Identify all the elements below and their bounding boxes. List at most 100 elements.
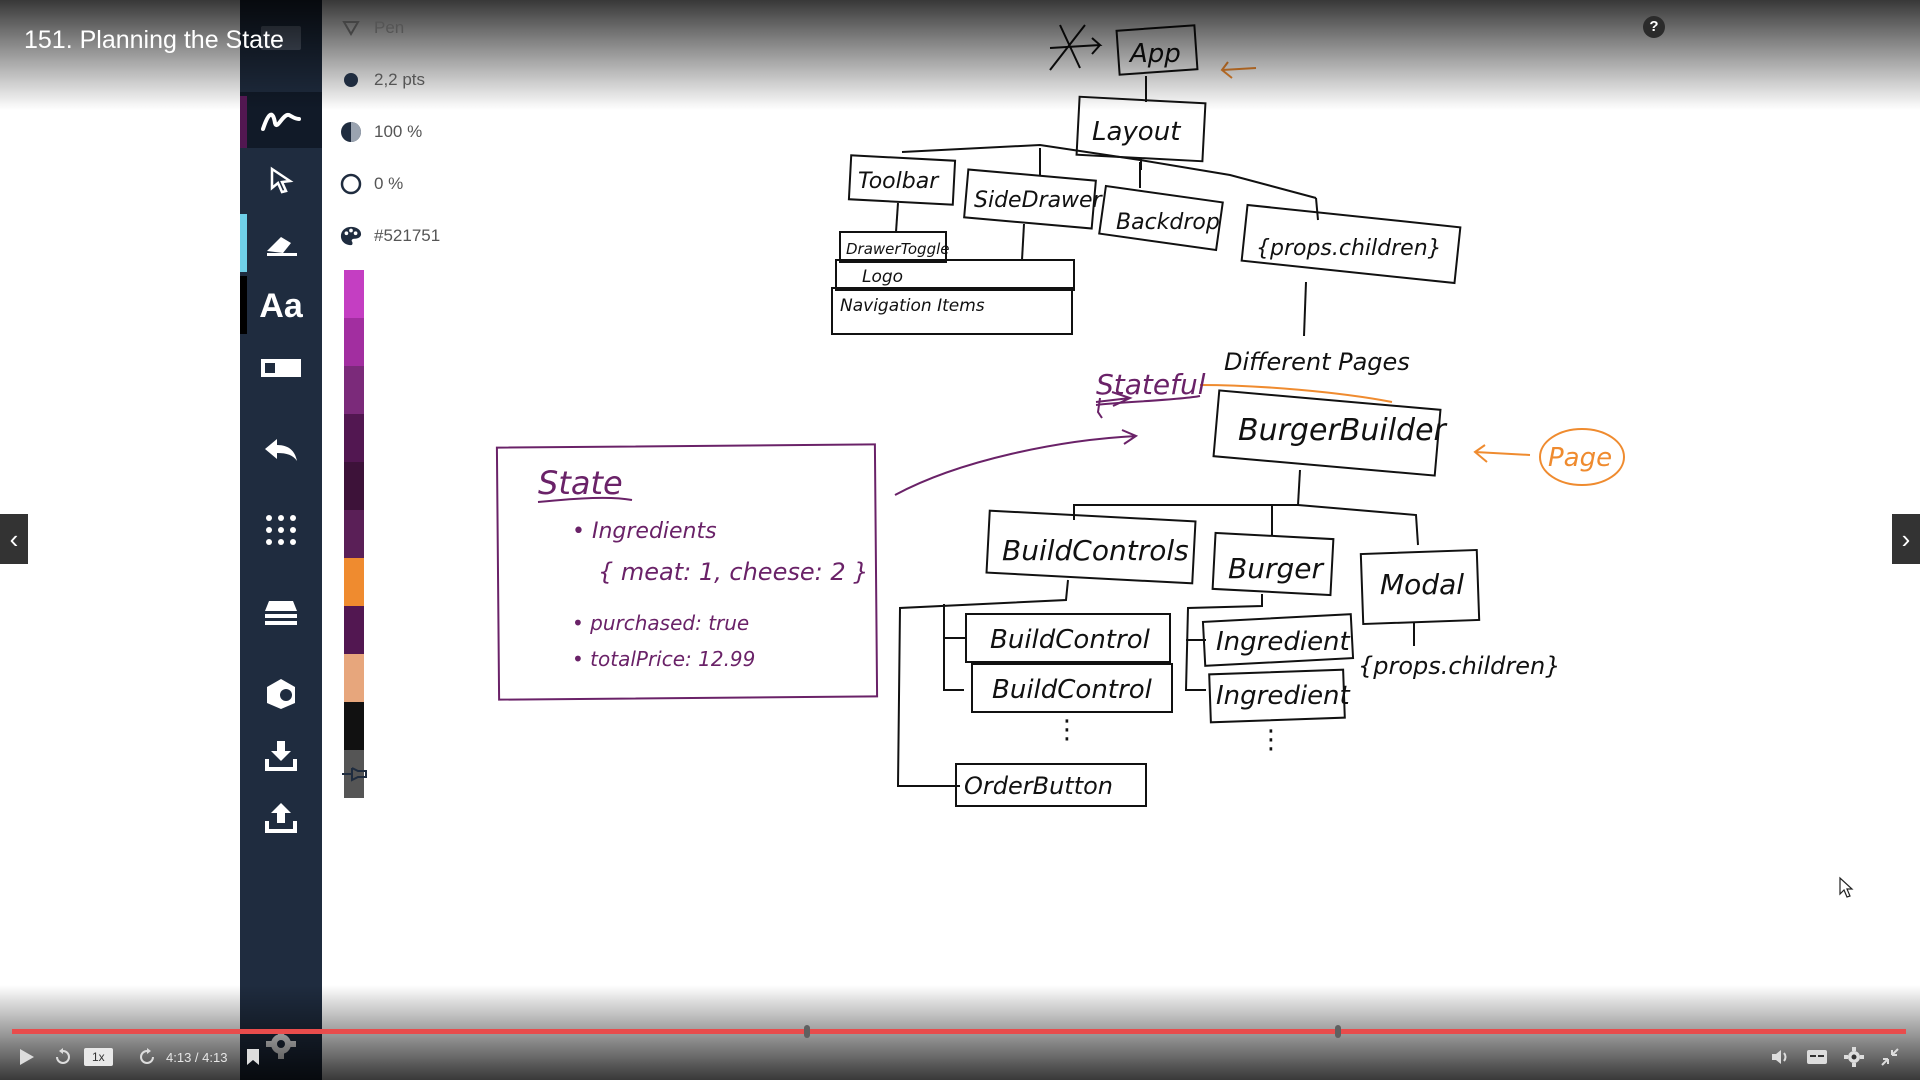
download-button[interactable] — [240, 728, 322, 784]
color-value: #521751 — [374, 226, 441, 245]
fullscreen-exit-button[interactable] — [1880, 1044, 1900, 1070]
rewind-icon — [56, 1048, 70, 1064]
speed-label: 1x — [84, 1048, 113, 1066]
upload-button[interactable] — [240, 790, 322, 846]
video-controls: 1x 4:13 / 4:13 — [0, 1044, 1920, 1072]
previous-arrow-button[interactable]: ‹ — [0, 514, 28, 564]
color-row[interactable]: #521751 — [340, 222, 440, 250]
undo-button[interactable] — [240, 422, 322, 478]
triangle-icon — [340, 17, 362, 39]
text-tool-icon: Aa — [259, 286, 303, 325]
pin-icon[interactable] — [340, 764, 370, 789]
size-row[interactable]: 2,2 pts — [340, 66, 425, 94]
tool-name-row[interactable]: Pen — [340, 14, 404, 42]
opacity-value: 100 % — [374, 122, 423, 141]
circle-outline-icon — [340, 173, 362, 195]
burgerbuilder-label: BurgerBuilder — [1238, 413, 1448, 448]
download-icon — [265, 741, 297, 771]
palette-swatch[interactable] — [344, 558, 364, 606]
shapes-3d-button[interactable] — [240, 666, 322, 722]
rewind-button[interactable] — [54, 1044, 72, 1070]
chapter-marker[interactable] — [1335, 1025, 1341, 1038]
help-icon[interactable]: ? — [1643, 16, 1665, 38]
grid-button[interactable] — [240, 502, 322, 558]
buildcontrol-2-label: BuildControl — [992, 675, 1153, 705]
gear-icon — [1844, 1047, 1864, 1067]
video-title: 151. Planning the State — [24, 26, 284, 54]
shape-tool-button[interactable] — [240, 340, 322, 396]
captions-icon — [1807, 1050, 1827, 1064]
video-progress-bar[interactable] — [12, 1025, 1906, 1038]
drawertoggle-label: DrawerToggle — [846, 240, 950, 258]
palette-icon — [340, 225, 362, 247]
forward-icon — [140, 1048, 154, 1064]
size-value: 2,2 pts — [374, 70, 426, 89]
next-arrow-button[interactable]: › — [1892, 514, 1920, 564]
settings-gear-button[interactable] — [1844, 1044, 1864, 1070]
tool-name: Pen — [374, 18, 405, 37]
shapes-3d-icon — [267, 679, 295, 709]
palette-swatch[interactable] — [344, 510, 364, 558]
toolbar-label: Toolbar — [858, 169, 940, 194]
opacity-icon — [340, 121, 362, 143]
sidedrawer-label: SideDrawer — [974, 188, 1104, 213]
pen-tool-button[interactable] — [240, 92, 322, 148]
palette-swatch[interactable] — [344, 270, 364, 318]
buildcontrol-dots: ⋮ — [1054, 715, 1080, 745]
layers-button[interactable] — [240, 584, 322, 640]
navigationitems-label: Navigation Items — [840, 296, 985, 316]
props-children-label: {props.children} — [1256, 236, 1442, 261]
dot-icon — [340, 69, 362, 91]
ingredient-dots: ⋮ — [1258, 725, 1284, 755]
shape-rect-icon — [261, 359, 301, 377]
different-pages-label: Different Pages — [1224, 348, 1410, 376]
fullscreen-exit-icon — [1881, 1048, 1899, 1066]
burger-label: Burger — [1228, 552, 1324, 585]
buildcontrol-1-label: BuildControl — [990, 625, 1151, 655]
whiteboard-canvas[interactable]: App Layout Toolbar SideDrawer Backdrop {… — [322, 0, 1920, 1080]
pointer-tool-button[interactable] — [240, 152, 322, 208]
palette-swatch[interactable] — [344, 366, 364, 414]
grid-icon — [266, 515, 296, 545]
palette-swatch[interactable] — [344, 318, 364, 366]
color-palette — [344, 270, 364, 798]
palette-swatch[interactable] — [344, 702, 364, 750]
undo-icon — [265, 439, 297, 461]
play-button[interactable] — [16, 1044, 36, 1070]
opacity-row[interactable]: 100 % — [340, 118, 422, 146]
orderbutton-label: OrderButton — [964, 772, 1113, 800]
highlighter-accent — [240, 214, 247, 272]
state-line-ingredients: • Ingredients — [572, 519, 717, 544]
text-accent — [240, 276, 247, 334]
speed-button[interactable]: 1x — [84, 1044, 113, 1070]
modal-children-label: {props.children} — [1358, 652, 1561, 680]
state-title: State — [538, 464, 623, 502]
palette-swatch[interactable] — [344, 606, 364, 654]
palette-swatch[interactable] — [344, 654, 364, 702]
forward-button[interactable] — [138, 1044, 156, 1070]
pen-active-accent — [240, 96, 247, 148]
stateful-label: Stateful — [1096, 368, 1206, 401]
modal-label: Modal — [1380, 568, 1464, 601]
backdrop-label: Backdrop — [1116, 210, 1220, 235]
smoothing-row[interactable]: 0 % — [340, 170, 403, 198]
smoothing-value: 0 % — [374, 174, 404, 193]
highlighter-tool-button[interactable] — [240, 216, 322, 272]
chapter-marker[interactable] — [804, 1025, 810, 1038]
volume-button[interactable] — [1770, 1044, 1790, 1070]
state-line-purchased: • purchased: true — [572, 611, 749, 635]
palette-swatch[interactable] — [344, 414, 364, 462]
captions-button[interactable] — [1806, 1044, 1828, 1070]
state-line-values: { meat: 1, cheese: 2 } — [598, 558, 869, 586]
text-tool-button[interactable]: Aa — [240, 278, 322, 334]
bookmark-button[interactable] — [244, 1044, 262, 1070]
page-label: Page — [1548, 443, 1612, 473]
state-line-totalprice: • totalPrice: 12.99 — [572, 647, 755, 671]
palette-swatch[interactable] — [344, 462, 364, 510]
pointer-icon — [270, 166, 294, 194]
play-icon — [20, 1049, 34, 1065]
app-label: App — [1128, 39, 1181, 69]
logo-label: Logo — [862, 267, 903, 287]
ingredient-1-label: Ingredient — [1216, 627, 1351, 657]
highlighter-icon — [267, 237, 297, 256]
